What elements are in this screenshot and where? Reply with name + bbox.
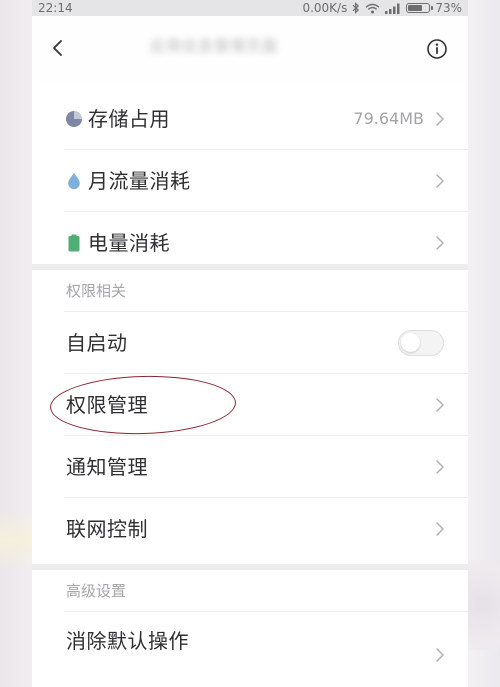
data-usage-row[interactable]: 月流量消耗 — [32, 150, 468, 212]
battery-icon — [406, 3, 434, 13]
chevron-right-icon — [434, 520, 446, 538]
status-time: 22:14 — [38, 1, 73, 15]
clear-defaults-label: 消除默认操作 — [66, 629, 189, 653]
chevron-right-icon — [434, 234, 446, 252]
permission-section-header: 权限相关 — [66, 282, 127, 300]
droplet-icon — [65, 172, 83, 190]
permission-card: 权限相关 自启动 权限管理 通知管理 联网控制 — [32, 270, 468, 564]
battery-usage-row[interactable]: 电量消耗 — [32, 212, 468, 274]
pie-chart-icon — [65, 110, 83, 128]
title-bar: 应用信息管理页面 — [32, 16, 468, 82]
battery-usage-label: 电量消耗 — [88, 231, 170, 255]
status-bar: 22:14 0.00K/s 73% — [32, 0, 468, 16]
network-control-row[interactable]: 联网控制 — [32, 498, 468, 560]
chevron-right-icon — [434, 110, 446, 128]
data-usage-label: 月流量消耗 — [88, 169, 191, 193]
bluetooth-icon — [352, 2, 360, 14]
background-tint — [0, 510, 32, 570]
info-icon[interactable] — [426, 38, 448, 60]
notification-management-row[interactable]: 通知管理 — [32, 436, 468, 498]
chevron-right-icon — [434, 646, 446, 664]
network-control-label: 联网控制 — [66, 517, 148, 541]
storage-usage-label: 存储占用 — [88, 107, 170, 131]
clear-defaults-row[interactable]: 消除默认操作 — [32, 612, 468, 674]
permission-management-label: 权限管理 — [66, 393, 148, 417]
wifi-icon — [365, 3, 380, 14]
chevron-right-icon — [434, 172, 446, 190]
signal-icon — [385, 3, 401, 14]
autostart-label: 自启动 — [66, 331, 128, 355]
status-indicators: 0.00K/s 73% — [302, 0, 462, 16]
app-info-page: 应用信息管理页面 存储占用 79.64MB 月流量消耗 电量消耗 权限相关 自启… — [32, 16, 468, 687]
usage-card: 存储占用 79.64MB 月流量消耗 电量消耗 — [32, 82, 468, 264]
network-speed: 0.00K/s — [302, 1, 348, 15]
chevron-right-icon — [434, 396, 446, 414]
notification-management-label: 通知管理 — [66, 455, 148, 479]
battery-icon — [65, 234, 83, 252]
autostart-toggle[interactable] — [398, 330, 444, 356]
battery-percent: 73% — [435, 1, 462, 15]
advanced-section-header: 高级设置 — [66, 582, 127, 600]
chevron-left-icon[interactable] — [48, 38, 68, 58]
storage-usage-row[interactable]: 存储占用 79.64MB — [32, 88, 468, 150]
storage-usage-value: 79.64MB — [353, 109, 424, 128]
page-title: 应用信息管理页面 — [150, 37, 279, 55]
autostart-row[interactable]: 自启动 — [32, 312, 468, 374]
chevron-right-icon — [434, 458, 446, 476]
advanced-card: 高级设置 消除默认操作 — [32, 570, 468, 687]
permission-management-row[interactable]: 权限管理 — [32, 374, 468, 436]
